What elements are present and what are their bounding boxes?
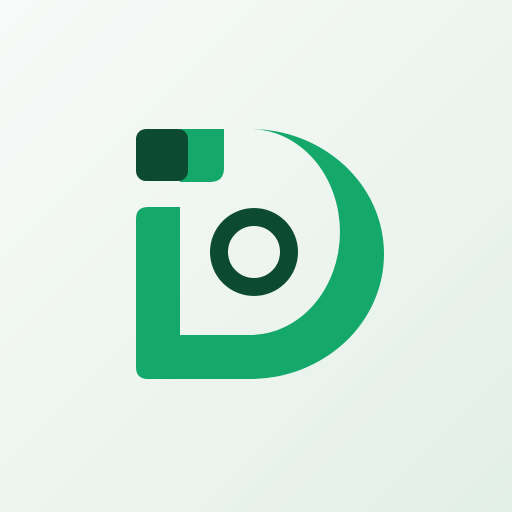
logo-dot-square [136, 129, 188, 181]
app-icon [0, 0, 512, 512]
id-logo-icon [136, 129, 384, 379]
logo-ring [210, 208, 298, 296]
